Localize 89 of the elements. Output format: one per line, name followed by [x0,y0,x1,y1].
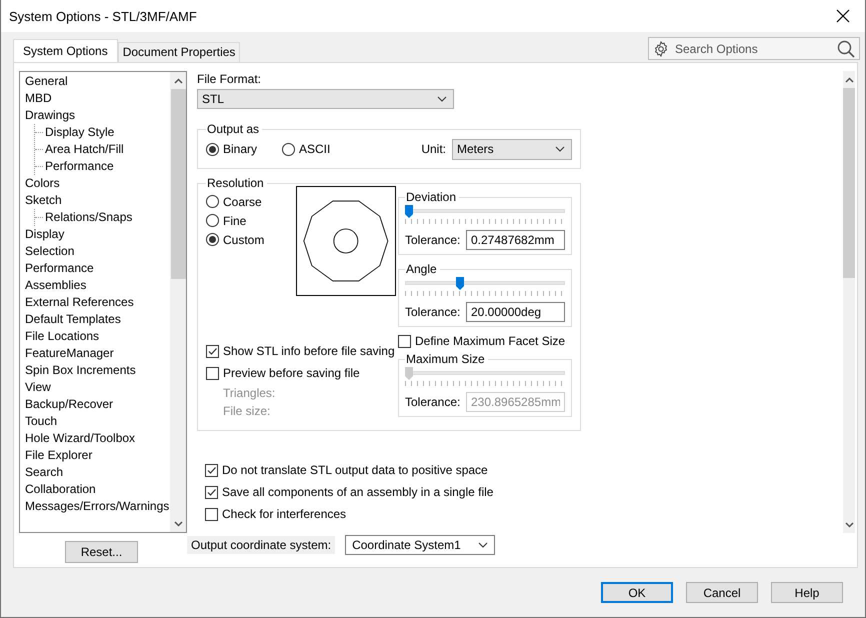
radio-button[interactable] [206,233,219,246]
tree-item[interactable]: Relations/Snaps [45,209,132,226]
group-title: Maximum Size [405,352,486,366]
tree-item[interactable]: Search [25,464,170,481]
field-label: Unit: [421,142,446,156]
checkbox[interactable] [398,334,411,348]
group-title: Deviation [405,190,458,204]
slider-track[interactable] [405,205,565,218]
group-title: Angle [405,262,438,276]
tree-item[interactable]: File Explorer [25,447,170,464]
gear-icon [653,40,669,56]
tree-item[interactable]: Performance [45,158,114,175]
tolerance-field[interactable]: 0.27487682mm [466,230,565,250]
radio-button[interactable] [206,142,219,156]
close-icon[interactable] [835,8,851,24]
tree-item[interactable]: Hole Wizard/Toolbox [25,430,170,447]
scroll-up-icon[interactable] [844,76,854,82]
radio-label[interactable]: ASCII [299,142,330,156]
checkbox[interactable] [205,464,218,476]
radio-label[interactable]: Binary [223,142,258,156]
field-label: File Format: [197,72,262,86]
coordinate-dropdown[interactable]: Coordinate System1 [345,535,496,555]
group-title: Output as [206,122,260,136]
tolerance-label: Tolerance: [405,305,460,319]
field-label: Output coordinate system: [187,536,336,554]
tree-item[interactable]: Assemblies [25,277,170,294]
slider-track[interactable] [405,277,565,290]
slider-track[interactable] [405,367,565,380]
scroll-down-icon[interactable] [174,520,182,526]
search-icon[interactable] [837,40,855,58]
tree-item[interactable]: Display [25,226,170,243]
tree-item[interactable]: General [25,73,170,90]
tree-item[interactable]: MBD [25,90,170,107]
tree-item[interactable]: Sketch [25,192,170,209]
checkbox-label[interactable]: Save all components of an assembly in a single file [222,485,494,499]
group-title: Resolution [206,176,265,190]
tree-item[interactable]: View [25,379,170,396]
tree-item[interactable]: Selection [25,243,170,260]
checkbox[interactable] [205,508,218,520]
radio-label[interactable]: Fine [223,214,246,228]
slider-thumb[interactable] [405,205,413,218]
radio-button[interactable] [206,195,219,208]
checkbox-label[interactable]: Define Maximum Facet Size [415,334,566,348]
checkbox-label[interactable]: Do not translate STL output data to positive space [222,463,488,477]
tab[interactable]: System Options [13,39,118,62]
tree-item[interactable]: Collaboration [25,481,170,498]
reset-button[interactable]: Reset... [65,541,138,563]
file-format-dropdown[interactable]: STL [197,89,454,109]
scrollbar[interactable] [843,71,855,533]
tree-item[interactable]: Area Hatch/Fill [45,141,124,158]
info-label: File size: [222,403,272,420]
tree-item[interactable]: Display Style [45,124,114,141]
dialog-button[interactable]: Cancel [686,582,758,603]
checkbox[interactable] [205,486,218,498]
info-label: Triangles: [222,385,276,402]
tolerance-label: Tolerance: [405,233,460,247]
checkbox[interactable] [206,366,219,380]
radio-label[interactable]: Custom [223,232,264,246]
checkbox-label[interactable]: Show STL info before file saving [223,344,395,358]
tree-item[interactable]: Default Templates [25,311,170,328]
tolerance-label: Tolerance: [405,395,460,409]
tab[interactable]: Document Properties [118,42,240,62]
tree-item[interactable]: External References [25,294,170,311]
scroll-up-icon[interactable] [174,78,182,84]
tree-item[interactable]: Colors [25,175,170,192]
dialog-button[interactable]: Help [771,582,843,603]
tolerance-field[interactable]: 20.00000deg [466,302,565,322]
radio-button[interactable] [206,214,219,227]
unit-dropdown[interactable]: Meters [452,138,572,160]
checkbox-label[interactable]: Preview before saving file [223,366,360,380]
slider-thumb[interactable] [456,277,464,290]
search-input[interactable]: Search Options [673,40,833,56]
tree-item[interactable]: Touch [25,413,170,430]
checkbox-label[interactable]: Check for interferences [222,507,346,521]
tree-item[interactable]: Backup/Recover [25,396,170,413]
scroll-down-icon[interactable] [844,522,854,528]
search-field[interactable]: Search Options [648,37,860,60]
checkbox[interactable] [206,344,219,358]
tree-item[interactable]: Spin Box Increments [25,362,170,379]
tree-item[interactable]: Messages/Errors/Warnings [25,498,170,515]
tree-item[interactable]: Drawings [25,107,170,124]
tree-item[interactable]: File Locations [25,328,170,345]
radio-button[interactable] [282,142,295,156]
radio-label[interactable]: Coarse [223,194,262,208]
dialog-button[interactable]: OK [601,582,673,603]
tree-item[interactable]: Performance [25,260,170,277]
scrollbar[interactable] [170,72,186,532]
tree-item[interactable]: FeatureManager [25,345,170,362]
window-title: System Options - STL/3MF/AMF [9,8,197,24]
